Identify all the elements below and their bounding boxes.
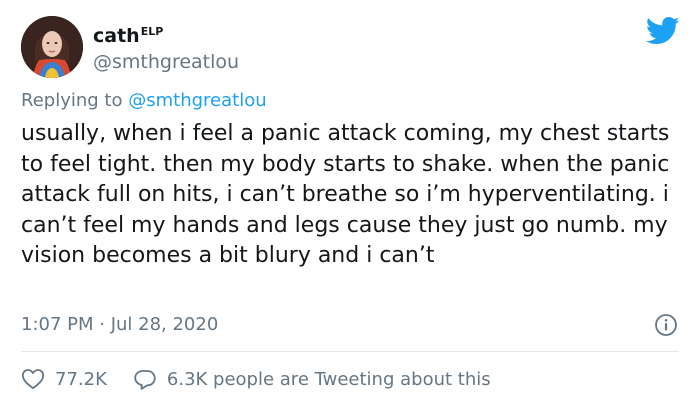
display-name[interactable]: cathELP (93, 20, 239, 48)
name-superscript: ELP (140, 25, 164, 38)
user-handle[interactable]: @smthgreatlou (93, 50, 239, 74)
conversation-text[interactable]: 6.3K people are Tweeting about this (167, 369, 491, 390)
reply-context: Replying to @smthgreatlou (21, 90, 267, 111)
tweet-actions: 77.2K 6.3K people are Tweeting about thi… (21, 366, 491, 392)
tweet-text: usually, when i feel a panic attack comi… (21, 121, 677, 268)
avatar[interactable] (21, 16, 83, 78)
speech-bubble-icon[interactable] (133, 368, 157, 390)
tweet-card: cathELP @smthgreatlou Replying to @smthg… (0, 0, 700, 406)
reply-mention-link[interactable]: @smthgreatlou (128, 90, 266, 111)
like-button[interactable]: 77.2K (21, 368, 107, 390)
conversation-link[interactable]: 6.3K people are Tweeting about this (133, 368, 491, 390)
reply-prefix: Replying to (21, 90, 123, 111)
twitter-bird-icon[interactable] (645, 16, 680, 46)
display-name-text[interactable]: cath (93, 25, 140, 47)
tweet-timestamp[interactable]: 1:07 PM · Jul 28, 2020 (21, 314, 218, 335)
heart-icon[interactable] (21, 368, 45, 390)
like-count[interactable]: 77.2K (55, 369, 107, 390)
author-block[interactable]: cathELP @smthgreatlou (93, 20, 239, 74)
divider (21, 351, 679, 352)
info-icon[interactable] (654, 313, 678, 337)
